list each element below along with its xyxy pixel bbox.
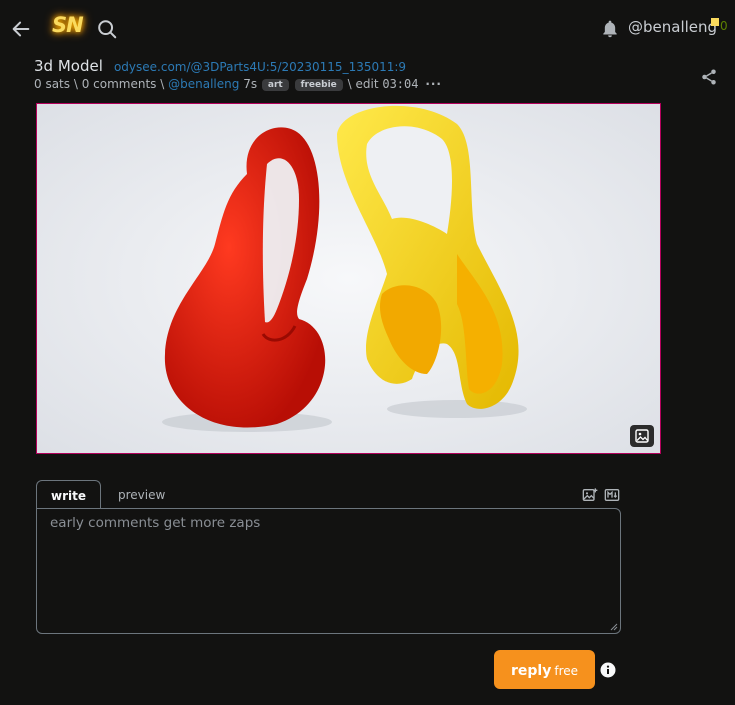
edit-timer: 03:04 [382, 77, 419, 91]
post-title-row: 3d Model odysee.com/@3DParts4U:5/2023011… [34, 56, 406, 75]
markdown-icon[interactable] [604, 487, 620, 503]
tag-art[interactable]: art [261, 79, 289, 91]
tab-write[interactable]: write [36, 480, 101, 510]
comments-link[interactable]: 0 comments [82, 77, 157, 91]
image-upload-icon[interactable] [582, 487, 598, 503]
klein-bottle-photo [37, 104, 660, 453]
separator: \ [160, 77, 165, 91]
author-link[interactable]: @benalleng [168, 77, 239, 91]
site-logo[interactable]: SN [52, 13, 84, 37]
separator: \ [73, 77, 78, 91]
post-title[interactable]: 3d Model [34, 57, 103, 75]
info-icon[interactable] [600, 662, 616, 678]
edit-link[interactable]: edit [355, 77, 378, 91]
reply-button[interactable]: reply free [494, 650, 595, 689]
sats-count: 0 sats [34, 77, 71, 91]
post-url[interactable]: odysee.com/@3DParts4U:5/20230115_135011:… [114, 60, 406, 74]
comment-input[interactable] [37, 509, 618, 631]
resize-handle-icon[interactable] [608, 621, 618, 631]
tab-preview[interactable]: preview [118, 480, 165, 510]
bell-icon[interactable] [600, 18, 620, 40]
top-nav: SN @benalleng 0 [0, 0, 735, 56]
post-meta: 0 sats \ 0 comments \ @benalleng 7s art … [34, 77, 442, 91]
more-actions-button[interactable]: ··· [425, 77, 442, 91]
sats-balance[interactable]: 0 [720, 19, 728, 33]
separator: \ [347, 77, 352, 91]
notification-dot [711, 18, 719, 26]
tag-freebie[interactable]: freebie [294, 79, 343, 91]
post-age[interactable]: 7s [243, 77, 257, 91]
post-image[interactable] [36, 103, 661, 454]
user-menu[interactable]: @benalleng [628, 18, 717, 36]
image-icon[interactable] [630, 425, 654, 447]
reply-cost: free [554, 664, 579, 678]
search-icon[interactable] [96, 18, 118, 40]
reply-label: reply [510, 663, 552, 679]
comment-editor [36, 508, 621, 634]
arrow-left-icon[interactable] [10, 18, 32, 40]
share-icon[interactable] [700, 68, 718, 86]
comment-tabs: write preview [36, 480, 621, 510]
